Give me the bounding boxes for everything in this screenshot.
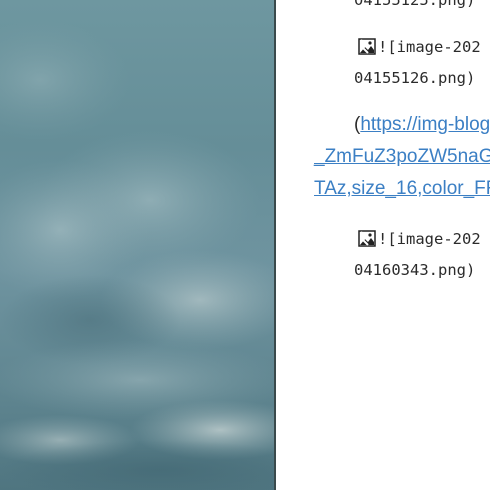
- image-alt-text: ![image-202: [378, 230, 481, 248]
- cloud-shapes: [0, 20, 276, 490]
- image-filename-1: 04155126.png): [354, 69, 476, 87]
- image-url-link-line-3[interactable]: TAz,size_16,color_FF: [314, 178, 490, 200]
- link-line-1-wrap: (https://img-blog: [354, 114, 490, 136]
- image-reference-1[interactable]: ![image-202: [358, 38, 481, 56]
- markdown-content-pane: 04155125.png) ![image-202 04155126.png) …: [278, 0, 490, 490]
- image-filename-2: 04160343.png): [354, 261, 476, 279]
- partial-filename-line: 04155125.png): [354, 0, 476, 9]
- image-url-link[interactable]: https://img-blog: [360, 114, 490, 135]
- image-border: [274, 0, 276, 490]
- image-alt-text: ![image-202: [378, 38, 481, 56]
- broken-image-icon: [358, 38, 376, 55]
- image-reference-2[interactable]: ![image-202: [358, 230, 481, 248]
- image-url-link-line-2[interactable]: _ZmFuZ3poZW5naGV: [314, 146, 490, 168]
- broken-image-icon: [358, 230, 376, 247]
- cloud-sky-image: [0, 0, 276, 490]
